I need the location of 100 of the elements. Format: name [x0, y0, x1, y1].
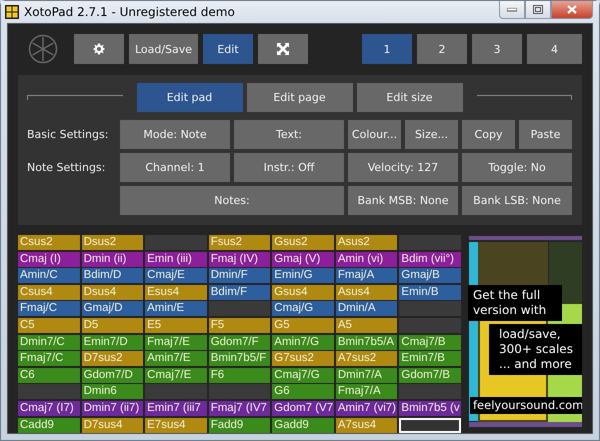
- pad-button[interactable]: C6: [18, 368, 80, 383]
- pad-button[interactable]: Emin (iii): [145, 252, 207, 267]
- pad-button[interactable]: Gmaj/B: [399, 268, 461, 284]
- pad-button[interactable]: Fmaj/C: [18, 301, 80, 316]
- pad-button[interactable]: Bdim/F: [208, 284, 270, 300]
- pad-button[interactable]: C5: [18, 318, 80, 333]
- pad-button[interactable]: Amin (vi): [336, 252, 398, 267]
- pad-button[interactable]: Gmaj/D: [82, 301, 144, 316]
- pad-button[interactable]: A7sus2: [336, 351, 398, 366]
- setting-button[interactable]: Copy: [462, 120, 515, 149]
- minimize-button[interactable]: [499, 1, 525, 19]
- edit-tab[interactable]: Edit pad: [136, 83, 242, 112]
- edit-tab[interactable]: Edit size: [356, 83, 462, 112]
- pad-button[interactable]: D7sus4: [82, 418, 144, 433]
- pad-button[interactable]: Csus4: [18, 284, 80, 300]
- pad-button[interactable]: Gdom7/B: [399, 368, 461, 383]
- pad-button[interactable]: Fmaj7/A: [336, 384, 398, 400]
- pad-button[interactable]: Dsus2: [82, 235, 144, 250]
- pad-button[interactable]: D7sus2: [82, 351, 144, 366]
- pad-button[interactable]: Bmin7b5 (v: [399, 400, 461, 416]
- pad-button[interactable]: Cmaj/G: [272, 301, 334, 316]
- website-link[interactable]: feelyoursound.com: [470, 397, 582, 414]
- pad-button[interactable]: Cmaj7/G: [272, 368, 334, 383]
- close-button[interactable]: [551, 1, 593, 19]
- setting-button[interactable]: Text:: [234, 120, 344, 149]
- pad-button[interactable]: Bdim (vii°): [399, 252, 461, 267]
- pad-button[interactable]: Emin7/B: [399, 351, 461, 366]
- pad-button[interactable]: Amin7/G: [272, 334, 334, 350]
- setting-button[interactable]: Velocity: 127: [348, 153, 458, 182]
- pad-button[interactable]: Cmaj7/E: [145, 368, 207, 383]
- pad-button[interactable]: Emin7 (iii7: [145, 400, 207, 416]
- page-tab[interactable]: 2: [417, 34, 467, 64]
- pad-button[interactable]: Fmaj7 (IV7: [208, 400, 270, 416]
- fullscreen-button[interactable]: [258, 34, 308, 64]
- pad-button[interactable]: Emin/G: [272, 268, 334, 284]
- pad-button[interactable]: Csus2: [18, 235, 80, 250]
- pad-button[interactable]: Gmaj (V): [272, 252, 334, 267]
- pad-button[interactable]: Bmin7b5/A: [336, 334, 398, 350]
- pad-button[interactable]: Cmaj/E: [145, 268, 207, 284]
- pad-button[interactable]: Gdom7/D: [82, 368, 144, 383]
- pad-button[interactable]: F5: [208, 318, 270, 333]
- pad-button[interactable]: Bmin7b5/F: [208, 351, 270, 366]
- setting-button[interactable]: Channel: 1: [120, 153, 230, 182]
- toolbar-button[interactable]: Load/Save: [129, 34, 198, 64]
- pad-button[interactable]: Emin/B: [399, 284, 461, 300]
- pad-button[interactable]: Dsus4: [82, 284, 144, 300]
- pad-button[interactable]: Amin/E: [145, 301, 207, 316]
- setting-button[interactable]: Mode: Note: [120, 120, 230, 149]
- setting-button[interactable]: Notes:: [120, 186, 344, 215]
- setting-button[interactable]: Colour...: [348, 120, 401, 149]
- settings-button[interactable]: [74, 34, 124, 64]
- pad-button[interactable]: Fadd9: [208, 418, 270, 433]
- pad-button[interactable]: Fmaj (IV): [208, 252, 270, 267]
- pad-button[interactable]: Fmaj/A: [336, 268, 398, 284]
- maximize-button[interactable]: [525, 1, 551, 19]
- pad-button[interactable]: Dmin7/A: [336, 368, 398, 383]
- pad-button[interactable]: Fmaj7/C: [18, 351, 80, 366]
- pad-button[interactable]: Gdom7 (V7: [272, 400, 334, 416]
- edit-tab[interactable]: Edit page: [246, 83, 352, 112]
- pad-button[interactable]: Dmin7/C: [18, 334, 80, 350]
- pad-button[interactable]: Cadd9: [18, 418, 80, 433]
- page-tab[interactable]: 1: [362, 34, 412, 64]
- pad-button[interactable]: A7sus4: [336, 418, 398, 433]
- setting-button[interactable]: Paste: [519, 120, 572, 149]
- pad-button[interactable]: A5: [336, 318, 398, 333]
- setting-button[interactable]: Toggle: No: [462, 153, 572, 182]
- pad-button[interactable]: Amin/C: [18, 268, 80, 284]
- pad-button[interactable]: G6: [272, 384, 334, 400]
- setting-button[interactable]: Bank MSB: None: [348, 186, 458, 215]
- pad-button[interactable]: Cmaj7 (I7): [18, 400, 80, 416]
- pad-button[interactable]: Amin7 (vi7): [336, 400, 398, 416]
- pad-button[interactable]: Gsus4: [272, 284, 334, 300]
- pad-button[interactable]: Esus4: [145, 284, 207, 300]
- pad-button[interactable]: Dmin7 (ii7): [82, 400, 144, 416]
- pad-button[interactable]: Dmin6: [82, 384, 144, 400]
- pad-button[interactable]: Asus2: [336, 235, 398, 250]
- pad-button[interactable]: G5: [272, 318, 334, 333]
- pad-button[interactable]: Fmaj7/E: [145, 334, 207, 350]
- pad-button[interactable]: Amin7/E: [145, 351, 207, 366]
- setting-button[interactable]: Size...: [405, 120, 458, 149]
- page-tab[interactable]: 3: [472, 34, 522, 64]
- pad-button[interactable]: Cmaj7/B: [399, 334, 461, 350]
- pad-button[interactable]: E5: [145, 318, 207, 333]
- pad-button[interactable]: E7sus4: [145, 418, 207, 433]
- toolbar-button[interactable]: Edit: [203, 34, 253, 64]
- pad-button[interactable]: G7sus2: [272, 351, 334, 366]
- pad-button[interactable]: Emin7/D: [82, 334, 144, 350]
- pad-button[interactable]: Gdom7/F: [208, 334, 270, 350]
- pad-button[interactable]: Cmaj (I): [18, 252, 80, 267]
- pad-button[interactable]: Dmin/A: [336, 301, 398, 316]
- pad-button[interactable]: F6: [208, 368, 270, 383]
- setting-button[interactable]: Bank LSB: None: [462, 186, 572, 215]
- pad-button[interactable]: Dmin (ii): [82, 252, 144, 267]
- page-tab[interactable]: 4: [527, 34, 582, 64]
- pad-button[interactable]: Asus4: [336, 284, 398, 300]
- pad-button[interactable]: Gadd9: [272, 418, 334, 433]
- pad-button[interactable]: Dmin/F: [208, 268, 270, 284]
- pad-button[interactable]: Gsus2: [272, 235, 334, 250]
- pad-button[interactable]: D5: [82, 318, 144, 333]
- pad-button[interactable]: Fsus2: [208, 235, 270, 250]
